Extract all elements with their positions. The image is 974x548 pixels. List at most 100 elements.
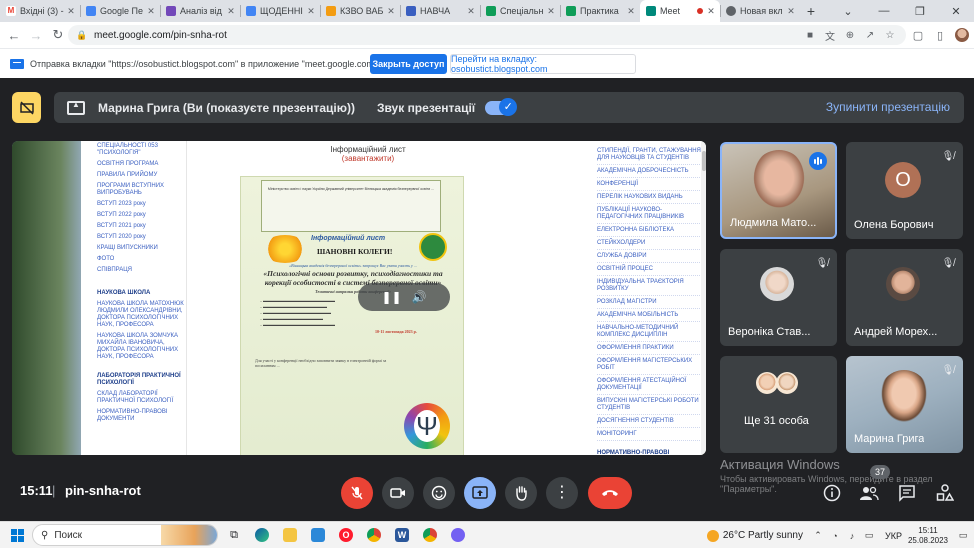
presentation-sound-toggle[interactable] — [485, 97, 518, 116]
opera-icon[interactable]: O — [334, 524, 358, 546]
nav-item[interactable]: НАВЧАЛЬНО-МЕТОДИЧНИЙ КОМПЛЕКС ДИСЦИПЛІН — [597, 322, 702, 342]
nav-item[interactable]: ВСТУП 2020 року — [97, 232, 186, 243]
tab-navch[interactable]: НАВЧА ✕ — [400, 0, 480, 22]
website-scrollbar[interactable] — [701, 141, 706, 455]
close-window-icon[interactable]: ✕ — [938, 0, 974, 22]
tab-special[interactable]: Спеціальн ✕ — [480, 0, 560, 22]
lock-icon[interactable]: 🔒 — [76, 30, 88, 41]
nav-item[interactable]: НОРМАТИВНО-ПРАВОВІ ДОКУМЕНТИ — [97, 407, 186, 425]
stop-presentation-button[interactable]: Зупинити презентацію — [826, 100, 950, 114]
present-screen-button[interactable] — [464, 477, 496, 509]
nav-item[interactable]: СПЕЦІАЛЬНОСТІ 053 "ПСИХОЛОГІЯ" — [97, 141, 186, 159]
nav-item[interactable]: ІНДИВІДУАЛЬНА ТРАЄКТОРІЯ РОЗВИТКУ — [597, 276, 702, 296]
close-icon[interactable]: ✕ — [226, 6, 236, 17]
minimize-icon[interactable]: — — [866, 0, 902, 22]
windows-start-icon[interactable] — [6, 524, 28, 546]
people-icon[interactable] — [857, 481, 881, 505]
nav-item[interactable]: ФОТО — [97, 254, 186, 265]
task-view-icon[interactable]: ⧉ — [222, 524, 246, 546]
nav-item[interactable]: ВИПУСКНІ МАГІСТЕРСЬКІ РОБОТИ СТУДЕНТІВ — [597, 395, 702, 415]
nav-item[interactable]: СПІВПРАЦЯ — [97, 265, 186, 276]
camera-toggle-button[interactable] — [382, 477, 414, 509]
close-icon[interactable]: ✕ — [66, 6, 76, 17]
close-icon[interactable]: ✕ — [386, 6, 396, 17]
nav-item[interactable]: ВСТУП 2022 року — [97, 210, 186, 221]
meeting-details-icon[interactable] — [820, 481, 844, 505]
weather-widget[interactable]: 26°C Partly sunny — [706, 529, 803, 542]
nav-item[interactable]: ОФОРМЛЕННЯ МАГІСТЕРСЬКИХ РОБІТ — [597, 355, 702, 375]
close-icon[interactable]: ✕ — [626, 6, 636, 17]
tab-analysis[interactable]: Аналіз від ✕ — [160, 0, 240, 22]
camera-icon[interactable]: ■ — [802, 27, 818, 43]
new-tab-button[interactable]: + — [800, 0, 822, 22]
wifi-icon[interactable]: ◔ — [828, 531, 842, 541]
chat-icon[interactable] — [895, 481, 919, 505]
switch-tab-button[interactable]: Перейти на вкладку: osobustict.blogspot.… — [450, 54, 636, 74]
sidebar-icon[interactable]: ▯ — [930, 25, 950, 45]
tab-kzvo[interactable]: КЗВО ВАБ ✕ — [320, 0, 400, 22]
bookmark-star-icon[interactable]: ☆ — [882, 27, 898, 43]
nav-item[interactable]: СТИПЕНДІЇ, ГРАНТИ, СТАЖУВАННЯ ДЛЯ НАУКОВ… — [597, 145, 702, 165]
participant-tile-more[interactable]: Ще 31 особа — [720, 356, 837, 453]
chevron-up-icon[interactable]: ⌃ — [811, 530, 825, 541]
emoji-reactions-button[interactable] — [423, 477, 455, 509]
chrome-icon[interactable] — [418, 524, 442, 546]
nav-item[interactable]: НАУКОВА ШКОЛА ЗОМЧУКА МИХАЙЛА ІВАНОВИЧА,… — [97, 331, 186, 363]
nav-item[interactable]: ОСВІТНЯ ПРОГРАМА — [97, 159, 186, 170]
tab-new[interactable]: Новая вкл ✕ — [720, 0, 800, 22]
file-explorer-icon[interactable] — [278, 524, 302, 546]
viber-icon[interactable] — [446, 524, 470, 546]
address-bar[interactable]: 🔒 meet.google.com/pin-snha-rot ■ 文 ⊕ ↗ ☆ — [68, 25, 906, 45]
tab-gmail[interactable]: M Вхідні (3) - ✕ — [0, 0, 80, 22]
nav-item[interactable]: КОНФЕРЕНЦІЇ — [597, 178, 702, 191]
zoom-icon[interactable]: ⊕ — [842, 27, 858, 43]
volume-icon[interactable]: 🔊 — [412, 290, 427, 304]
nav-item[interactable]: ПРОГРАМИ ВСТУПНИХ ВИПРОБУВАНЬ — [97, 181, 186, 199]
tab-diary[interactable]: ЩОДЕННІ ✕ — [240, 0, 320, 22]
nav-item[interactable]: НАУКОВА ШКОЛА МАТОХНЮК ЛЮДМИЛИ ОЛЕКСАНДР… — [97, 299, 186, 331]
nav-item[interactable]: ДОСЯГНЕННЯ СТУДЕНТІВ — [597, 415, 702, 428]
input-language[interactable]: УКР — [885, 531, 902, 541]
participant-tile-self[interactable]: 🎙︎̸ Марина Грига — [846, 356, 963, 453]
battery-icon[interactable]: ▭ — [862, 530, 876, 541]
nav-item[interactable]: МОНІТОРИНГ — [597, 428, 702, 441]
participant-tile[interactable]: 🎙︎̸ О Олена Борович — [846, 142, 963, 239]
participant-tile[interactable]: 🎙︎̸ Вероніка Став... — [720, 249, 837, 346]
volume-icon[interactable]: ♪ — [845, 531, 859, 541]
stop-sharing-button[interactable]: Закрыть доступ — [370, 54, 447, 74]
tab-practice[interactable]: Практика ✕ — [560, 0, 640, 22]
nav-item[interactable]: ОФОРМЛЕННЯ АТЕСТАЦІЙНОЇ ДОКУМЕНТАЦІЇ — [597, 375, 702, 395]
back-icon[interactable]: ← — [3, 24, 25, 46]
nav-item[interactable]: АКАДЕМІЧНА ДОБРОЧЕСНІСТЬ — [597, 165, 702, 178]
nav-item[interactable]: СТЕЙКХОЛДЕРИ — [597, 237, 702, 250]
nav-item[interactable]: ОФОРМЛЕННЯ ПРАКТИКИ — [597, 342, 702, 355]
store-icon[interactable] — [306, 524, 330, 546]
close-icon[interactable]: ✕ — [146, 6, 156, 17]
tab-meet[interactable]: Meet ✕ — [640, 0, 720, 22]
participant-tile[interactable]: 🎙︎̸ Андрей Морех... — [846, 249, 963, 346]
nav-item[interactable]: ВСТУП 2023 року — [97, 199, 186, 210]
word-icon[interactable]: W — [390, 524, 414, 546]
reload-icon[interactable]: ↻ — [47, 24, 69, 46]
nav-item[interactable]: ЕЛЕКТРОННА БІБЛІОТЕКА — [597, 224, 702, 237]
nav-item[interactable]: ВСТУП 2021 року — [97, 221, 186, 232]
nav-item[interactable]: АКАДЕМІЧНА МОБІЛЬНІСТЬ — [597, 309, 702, 322]
clock[interactable]: 15:11 25.08.2023 — [908, 526, 948, 546]
nav-item[interactable]: ПУБЛІКАЦІЇ НАУКОВО-ПЕДАГОГІЧНИХ ПРАЦІВНИ… — [597, 204, 702, 224]
nav-item[interactable]: ОСВІТНІЙ ПРОЦЕС — [597, 263, 702, 276]
raise-hand-button[interactable] — [505, 477, 537, 509]
close-icon[interactable]: ✕ — [546, 6, 556, 17]
more-options-button[interactable]: ⋮ — [546, 477, 578, 509]
nav-item[interactable]: СКЛАД ЛАБОРАТОРІЇ ПРАКТИЧНОЇ ПСИХОЛОГІЇ — [97, 389, 186, 407]
share-icon[interactable]: ↗ — [862, 27, 878, 43]
close-icon[interactable]: ✕ — [466, 6, 476, 17]
mic-toggle-button[interactable] — [341, 477, 373, 509]
nav-item[interactable]: ПРАВИЛА ПРИЙОМУ — [97, 170, 186, 181]
nav-item[interactable]: РОЗКЛАД МАГІСТРИ — [597, 296, 702, 309]
profile-avatar[interactable] — [952, 25, 972, 45]
notifications-icon[interactable]: ▭ — [956, 530, 970, 541]
extensions-icon[interactable]: ▢ — [908, 25, 928, 45]
participant-tile[interactable]: Людмила Мато... — [720, 142, 837, 239]
forward-icon[interactable]: → — [25, 24, 47, 46]
nav-item[interactable]: КРАЩІ ВИПУСКНИКИ — [97, 243, 186, 254]
